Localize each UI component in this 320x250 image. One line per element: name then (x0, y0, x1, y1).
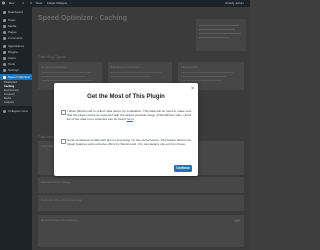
card-line (41, 72, 91, 74)
data-collection-text: I allow SiteGround to collect data about… (67, 109, 192, 122)
wordpress-logo-icon[interactable]: ⓿ (2, 0, 5, 7)
data-collection-option: I allow SiteGround to collect data about… (61, 109, 193, 133)
admin-sidebar: Dashboard Posts Media Pages Comments App… (0, 7, 32, 250)
dashboard-icon (3, 10, 6, 14)
page-icon (3, 30, 6, 34)
speed-icon (3, 75, 6, 79)
speed-optimizer-submenu: Dashboard Caching Environment Frontend M… (0, 80, 32, 106)
page-title: Speed Optimizer - Caching (38, 15, 128, 22)
promo-line (199, 33, 241, 35)
card-line (111, 76, 151, 78)
card-title: Exclude URLs from Caching (41, 198, 82, 202)
submenu-analysis[interactable]: Analysis (4, 101, 14, 104)
collapse-menu-button[interactable]: Collapse menu (0, 108, 32, 114)
sidebar-item-dashboard[interactable]: Dashboard (0, 9, 32, 15)
caching-types-heading: Caching Types (38, 54, 67, 59)
wrench-icon (3, 62, 6, 66)
card-title: File-Based Caching (111, 65, 139, 69)
promo-line (199, 29, 235, 31)
continue-button[interactable]: Continue (174, 165, 192, 172)
close-icon[interactable]: × (191, 87, 194, 92)
card-line (41, 76, 86, 78)
email-tips-checkbox[interactable] (61, 138, 66, 144)
submenu-frontend[interactable]: Frontend (4, 93, 14, 96)
new-content-link[interactable]: New (36, 0, 42, 7)
submenu-dashboard[interactable]: Dashboard (4, 81, 17, 84)
collapse-icon (3, 109, 6, 113)
card-line (111, 72, 161, 74)
browser-caching-card: Browser-specific caching (38, 215, 244, 247)
media-icon (3, 24, 6, 28)
submenu-caching[interactable]: Caching (4, 85, 14, 88)
site-name-link[interactable]: Dev (9, 0, 14, 7)
plugin-admin-link[interactable]: Fidget Widgets (47, 0, 67, 7)
email-tips-text: Send occasional emails with tips on impr… (67, 138, 192, 147)
data-list-link[interactable]: here (127, 117, 133, 121)
browser-caching-toggle[interactable] (234, 219, 240, 222)
updates-count[interactable]: 4 (22, 0, 24, 7)
consent-modal: × Get the Most of This Plugin I allow Si… (54, 83, 198, 176)
promo-line (199, 25, 239, 27)
card-title: Manual Cache Purge (41, 180, 71, 184)
email-tips-option: Send occasional emails with tips on impr… (61, 138, 193, 158)
comment-icon (3, 36, 6, 40)
card-line (181, 80, 221, 82)
settings-icon (3, 68, 6, 72)
card-line (181, 72, 233, 74)
plugin-icon (3, 50, 6, 54)
sidebar-item-settings[interactable]: Settings (0, 67, 32, 73)
howdy-user[interactable]: Howdy, admin (225, 0, 244, 7)
comments-count[interactable]: 0 (30, 0, 32, 7)
data-collection-checkbox[interactable] (61, 109, 66, 115)
card-title: Memcached (181, 65, 199, 69)
submenu-media[interactable]: Media (4, 97, 11, 100)
promo-line (199, 37, 229, 39)
card-title: Dynamic Caching (41, 65, 67, 69)
user-icon (3, 56, 6, 60)
submenu-environment[interactable]: Environment (4, 89, 19, 92)
card-title: Browser-specific caching (41, 218, 78, 222)
admin-bar: ⓿ Dev 4 0 New Fidget Widgets Howdy, admi… (0, 0, 250, 7)
brush-icon (3, 44, 6, 48)
sidebar-item-comments[interactable]: Comments (0, 35, 32, 41)
card-line (41, 80, 93, 82)
pin-icon (3, 18, 6, 22)
promo-card (196, 19, 246, 51)
card-line (181, 76, 227, 78)
manual-cache-purge-card: Manual Cache Purge (38, 177, 244, 193)
exclude-urls-card: Exclude URLs from Caching (38, 195, 244, 211)
modal-title: Get the Most of This Plugin (87, 94, 165, 100)
